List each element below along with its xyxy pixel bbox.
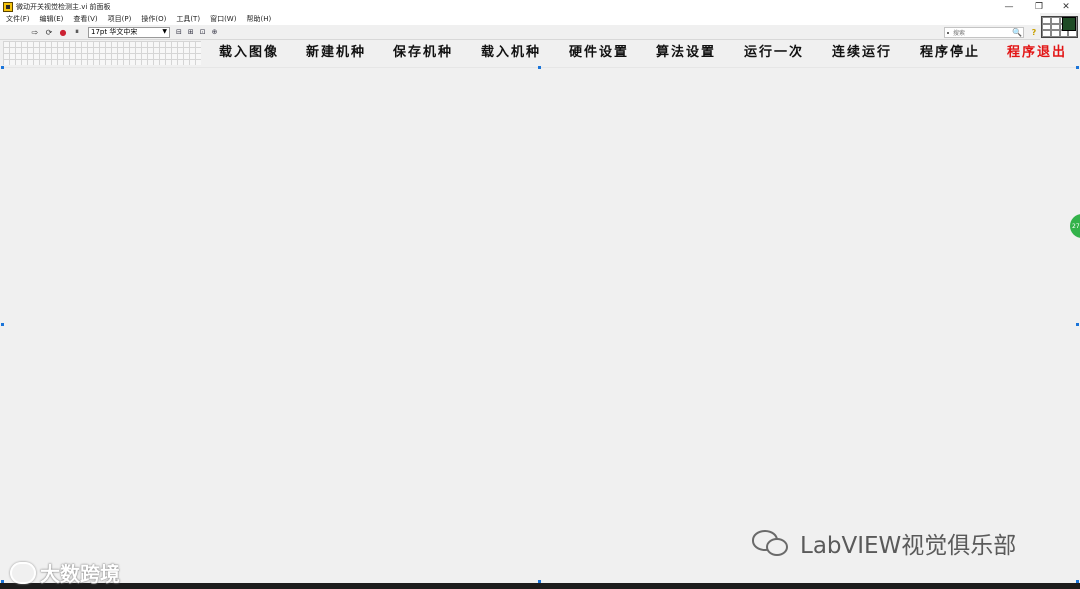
hardware-settings-button[interactable]: 硬件设置 (569, 44, 629, 62)
toolbar: ⇨ ⟳ ● ⏸ 17pt 华文中宋 ▼ ⊟ ⊞ ⊡ ⊕ (0, 25, 1040, 40)
vi-icon[interactable] (1062, 17, 1076, 31)
continuous-run-button[interactable]: 连续运行 (832, 44, 892, 62)
menu-help[interactable]: 帮助(H) (246, 14, 271, 24)
load-image-button[interactable]: 载入图像 (219, 44, 279, 62)
new-model-button[interactable]: 新建机种 (306, 44, 366, 62)
window-title: 微动开关视觉检测主.vi 前面板 (16, 2, 111, 11)
align-objects-icon[interactable]: ⊟ (176, 28, 182, 36)
front-panel-canvas[interactable] (3, 67, 1077, 582)
search-bullet-icon (947, 32, 949, 34)
menu-tools[interactable]: 工具(T) (176, 14, 200, 24)
restore-button[interactable]: ❐ (1028, 0, 1050, 13)
menu-window[interactable]: 窗口(W) (210, 14, 236, 24)
program-exit-button[interactable]: 程序退出 (1007, 44, 1067, 62)
run-arrow-icon[interactable]: ⇨ (30, 27, 40, 37)
taskbar-strip (0, 583, 1080, 589)
save-model-button[interactable]: 保存机种 (393, 44, 453, 62)
run-continuously-icon[interactable]: ⟳ (44, 27, 54, 37)
reorder-icon[interactable]: ⊕ (212, 28, 218, 36)
minimize-button[interactable]: — (998, 0, 1020, 13)
program-stop-button[interactable]: 程序停止 (920, 44, 980, 62)
menu-file[interactable]: 文件(F) (6, 14, 30, 24)
labview-app-icon (3, 1, 13, 12)
menu-edit[interactable]: 编辑(E) (40, 14, 64, 24)
resize-handle-top-center[interactable] (538, 66, 541, 69)
wechat-icon (752, 528, 792, 558)
resize-handle-middle-right[interactable] (1076, 323, 1079, 326)
menu-operate[interactable]: 操作(O) (141, 14, 166, 24)
panel-grid-area (3, 41, 201, 65)
function-button-bar: 载入图像 新建机种 保存机种 载入机种 硬件设置 算法设置 运行一次 连续运行 … (200, 41, 1070, 65)
watermark-right: LabVIEW视觉俱乐部 (752, 526, 1016, 560)
resize-objects-icon[interactable]: ⊡ (200, 28, 206, 36)
watermark-right-text: LabVIEW视觉俱乐部 (800, 533, 1017, 559)
search-icon[interactable]: 🔍 (1012, 27, 1022, 37)
window-titlebar: 微动开关视觉检测主.vi 前面板 (0, 0, 1080, 13)
abort-icon[interactable]: ● (58, 27, 68, 37)
menu-view[interactable]: 查看(V) (73, 14, 97, 24)
resize-handle-middle-left[interactable] (1, 323, 4, 326)
watermark-logo-icon (10, 561, 36, 584)
algorithm-settings-button[interactable]: 算法设置 (656, 44, 716, 62)
load-model-button[interactable]: 载入机种 (481, 44, 541, 62)
resize-handle-top-left[interactable] (1, 66, 4, 69)
distribute-objects-icon[interactable]: ⊞ (188, 28, 194, 36)
close-button[interactable]: ✕ (1055, 0, 1077, 13)
chevron-down-icon: ▼ (162, 27, 167, 35)
run-once-button[interactable]: 运行一次 (744, 44, 804, 62)
pause-icon[interactable]: ⏸ (72, 27, 82, 37)
font-selector-value: 17pt 华文中宋 (91, 28, 138, 36)
help-icon[interactable]: ? (1030, 27, 1038, 37)
menu-project[interactable]: 项目(P) (108, 14, 132, 24)
menubar: 文件(F) 编辑(E) 查看(V) 项目(P) 操作(O) 工具(T) 窗口(W… (0, 13, 1040, 25)
search-placeholder: 搜索 (953, 30, 966, 37)
font-selector[interactable]: 17pt 华文中宋 ▼ (88, 26, 170, 38)
watermark-left: 大数跨境 (10, 558, 120, 587)
watermark-left-text: 大数跨境 (40, 562, 120, 586)
resize-handle-top-right[interactable] (1076, 66, 1079, 69)
